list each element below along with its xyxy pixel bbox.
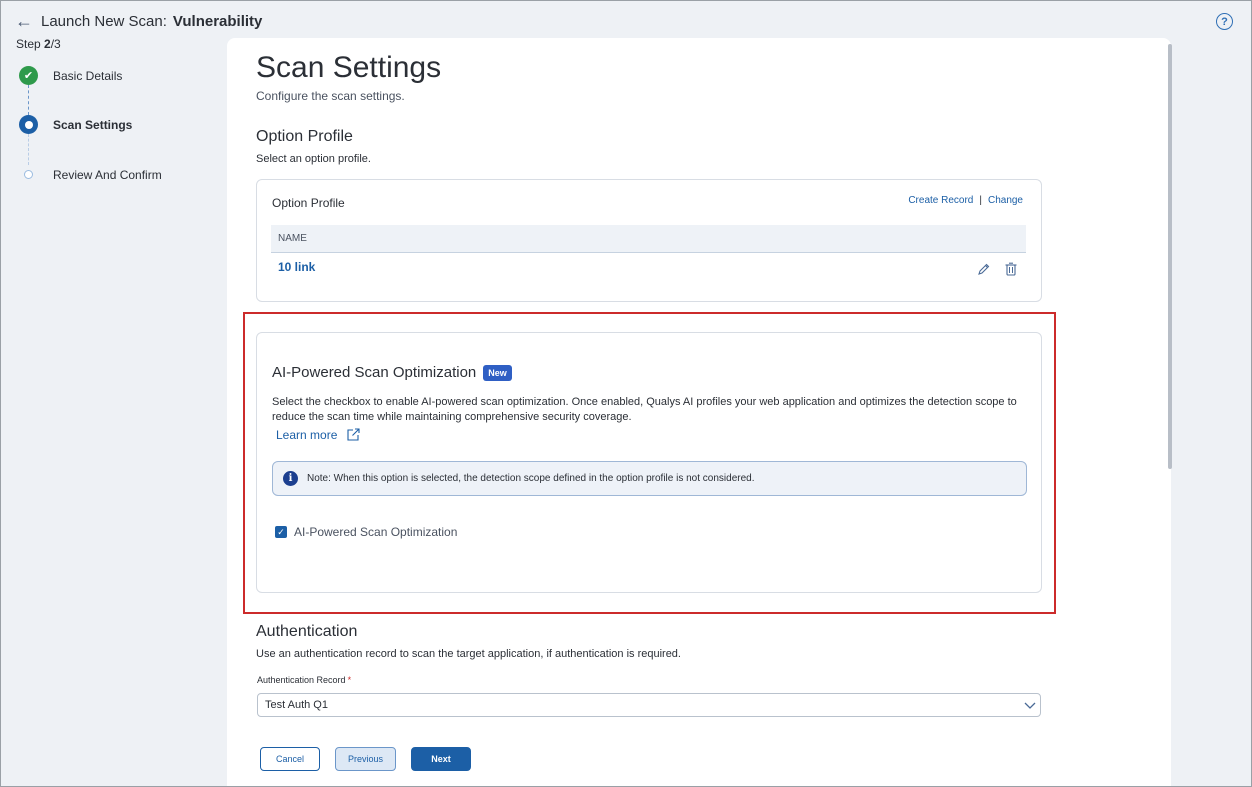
- app-window: ← Launch New Scan: Vulnerability ? Step 2…: [0, 0, 1252, 787]
- header-title: Launch New Scan: Vulnerability: [41, 12, 263, 30]
- left-arrow-icon[interactable]: ←: [15, 12, 33, 30]
- option-profile-actions: Create Record | Change: [908, 195, 1023, 206]
- authentication-record-label: Authentication Record *: [257, 675, 352, 685]
- authentication-heading: Authentication: [256, 623, 358, 640]
- step-label: Basic Details: [53, 68, 123, 83]
- option-profile-desc: Select an option profile.: [256, 153, 371, 165]
- cancel-button[interactable]: Cancel: [260, 747, 320, 771]
- option-profile-card-title: Option Profile: [272, 196, 345, 210]
- authentication-desc: Use an authentication record to scan the…: [256, 648, 681, 660]
- option-profile-card: Option Profile Create Record | Change NA…: [256, 179, 1042, 302]
- chevron-down-icon: [1024, 702, 1036, 709]
- active-step-icon: [19, 115, 38, 134]
- previous-button[interactable]: Previous: [335, 747, 396, 771]
- page-title: Scan Settings: [256, 51, 442, 84]
- step-label: Review And Confirm: [53, 167, 162, 182]
- checkbox-label: AI-Powered Scan Optimization: [294, 525, 458, 539]
- next-button[interactable]: Next: [411, 747, 471, 771]
- table-row-name-link[interactable]: 10 link: [278, 260, 315, 274]
- authentication-record-select[interactable]: Test Auth Q1: [257, 693, 1041, 717]
- ai-optimization-card: AI-Powered Scan Optimization New Select …: [256, 332, 1042, 593]
- change-link[interactable]: Change: [988, 195, 1023, 206]
- edit-pencil-icon[interactable]: [977, 262, 991, 276]
- step-indicator: Step 2/3: [16, 37, 61, 51]
- option-profile-heading: Option Profile: [256, 128, 353, 145]
- external-link-icon: [347, 428, 360, 441]
- note-banner: i Note: When this option is selected, th…: [272, 461, 1027, 496]
- ai-optimization-desc: Select the checkbox to enable AI-powered…: [272, 396, 1017, 423]
- scan-type: Vulnerability: [172, 12, 263, 30]
- learn-more-link[interactable]: Learn more: [276, 427, 361, 442]
- trash-icon[interactable]: [1004, 262, 1018, 276]
- table-header-name: NAME: [271, 225, 1026, 253]
- step-review-confirm[interactable]: Review And Confirm: [19, 165, 162, 184]
- step-label: Scan Settings: [53, 117, 133, 132]
- select-value: Test Auth Q1: [265, 699, 328, 711]
- note-text: Note: When this option is selected, the …: [307, 473, 755, 484]
- pending-step-icon: [19, 165, 38, 184]
- question-circle-icon[interactable]: ?: [1216, 13, 1233, 30]
- scrollbar[interactable]: [1168, 44, 1172, 469]
- info-icon: i: [283, 471, 298, 486]
- new-badge: New: [483, 364, 512, 381]
- create-record-link[interactable]: Create Record: [908, 195, 973, 206]
- ai-optimization-title: AI-Powered Scan Optimization New: [272, 364, 512, 381]
- step-basic-details[interactable]: ✔ Basic Details: [19, 66, 122, 85]
- step-scan-settings[interactable]: Scan Settings: [19, 115, 132, 134]
- page-header: ← Launch New Scan: Vulnerability: [15, 10, 262, 32]
- link-separator: |: [979, 195, 982, 206]
- ai-optimization-checkbox[interactable]: ✓ AI-Powered Scan Optimization: [275, 525, 457, 539]
- check-circle-icon: ✔: [19, 66, 38, 85]
- checkbox-checked-icon[interactable]: ✓: [275, 526, 287, 538]
- page-subtitle: Configure the scan settings.: [256, 89, 405, 103]
- step-connector: [28, 85, 29, 115]
- step-connector: [28, 134, 29, 165]
